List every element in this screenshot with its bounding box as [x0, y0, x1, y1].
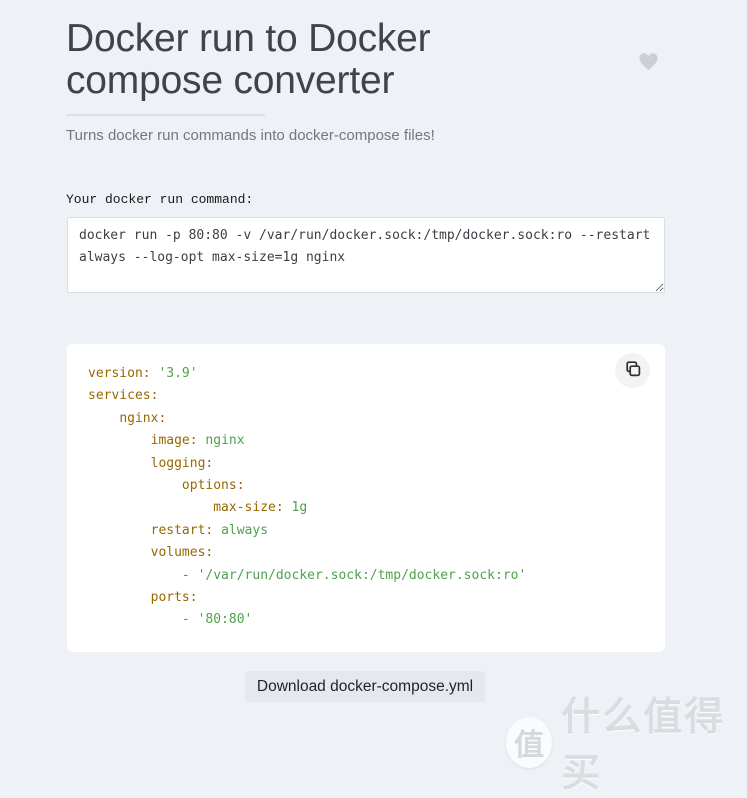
heart-icon[interactable] [638, 52, 659, 71]
code-line: - '/var/run/docker.sock:/tmp/docker.sock… [88, 565, 665, 587]
code-line: options: [88, 475, 665, 497]
code-line: nginx: [88, 408, 665, 430]
page-subtitle: Turns docker run commands into docker-co… [66, 127, 435, 144]
compose-output-code: version: '3.9'services: nginx: image: ng… [67, 344, 665, 632]
copy-icon [624, 361, 641, 381]
copy-button[interactable] [615, 353, 650, 388]
page-title: Docker run to Docker compose converter [66, 18, 546, 102]
code-line: logging: [88, 453, 665, 475]
code-line: - '80:80' [88, 609, 665, 631]
code-line: volumes: [88, 542, 665, 564]
code-line: ports: [88, 587, 665, 609]
code-line: restart: always [88, 520, 665, 542]
code-line: version: '3.9' [88, 363, 665, 385]
smzdm-logo-icon: 值 [506, 717, 552, 768]
title-underline-divider [66, 114, 265, 116]
code-line: services: [88, 385, 665, 407]
smzdm-watermark: 值 什么值得买 [506, 686, 747, 798]
converter-page: Docker run to Docker compose converter T… [0, 0, 747, 746]
compose-output-card: version: '3.9'services: nginx: image: ng… [67, 344, 665, 652]
code-line: image: nginx [88, 430, 665, 452]
command-label: Your docker run command: [66, 192, 253, 207]
docker-run-command-input[interactable]: docker run -p 80:80 -v /var/run/docker.s… [67, 217, 665, 293]
code-line: max-size: 1g [88, 497, 665, 519]
download-button[interactable]: Download docker-compose.yml [245, 671, 485, 702]
watermark-text: 什么值得买 [561, 686, 747, 798]
